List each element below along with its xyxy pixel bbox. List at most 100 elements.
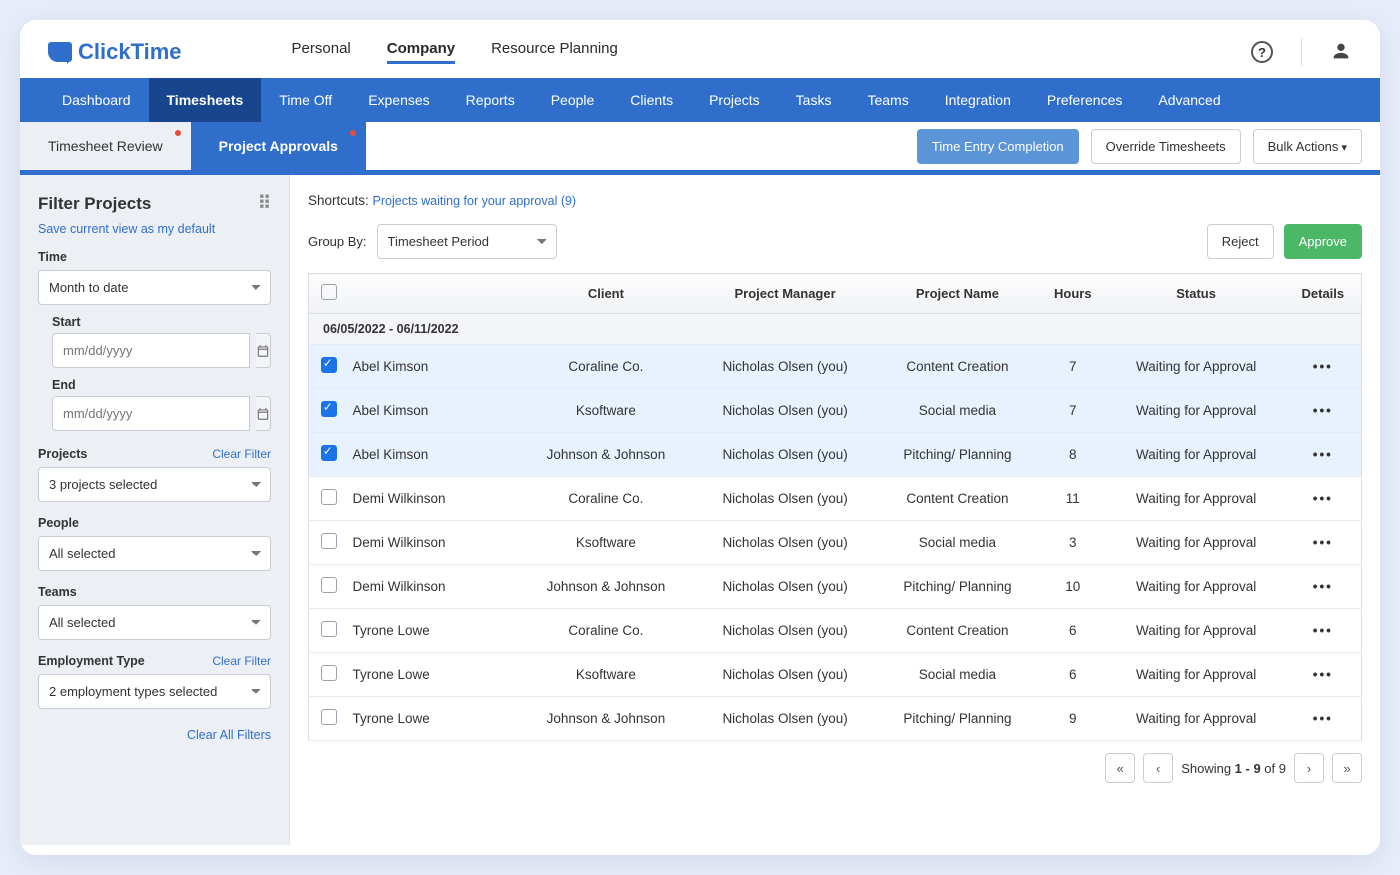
group-header: 06/05/2022 - 06/11/2022: [309, 314, 1362, 345]
nav-timesheets[interactable]: Timesheets: [149, 78, 262, 122]
table-row[interactable]: Tyrone LoweJohnson & JohnsonNicholas Ols…: [309, 697, 1362, 741]
teams-select[interactable]: All selected: [38, 605, 271, 640]
brand-logo[interactable]: ClickTime: [48, 39, 182, 65]
row-checkbox[interactable]: [321, 577, 337, 593]
row-details-icon[interactable]: •••: [1313, 403, 1333, 418]
page-first-button[interactable]: «: [1105, 753, 1135, 783]
page-last-button[interactable]: »: [1332, 753, 1362, 783]
bulk-actions-button[interactable]: Bulk Actions: [1253, 129, 1362, 164]
row-checkbox[interactable]: [321, 357, 337, 373]
row-details-icon[interactable]: •••: [1313, 535, 1333, 550]
nav-reports[interactable]: Reports: [448, 78, 533, 122]
top-nav-personal[interactable]: Personal: [292, 40, 351, 64]
group-by-label: Group By:: [308, 234, 367, 249]
start-date-input[interactable]: [52, 333, 250, 368]
table-row[interactable]: Demi WilkinsonCoraline Co.Nicholas Olsen…: [309, 477, 1362, 521]
nav-people[interactable]: People: [533, 78, 613, 122]
nav-integration[interactable]: Integration: [927, 78, 1029, 122]
nav-time-off[interactable]: Time Off: [261, 78, 350, 122]
cell-status: Waiting for Approval: [1108, 345, 1285, 389]
table-row[interactable]: Abel KimsonCoraline Co.Nicholas Olsen (y…: [309, 345, 1362, 389]
cell-client: Coraline Co.: [519, 609, 694, 653]
override-timesheets-button[interactable]: Override Timesheets: [1091, 129, 1241, 164]
tab-project-approvals[interactable]: Project Approvals: [191, 122, 366, 170]
user-menu-icon[interactable]: [1330, 40, 1352, 65]
people-select[interactable]: All selected: [38, 536, 271, 571]
table-row[interactable]: Tyrone LoweCoraline Co.Nicholas Olsen (y…: [309, 609, 1362, 653]
cell-name: Abel Kimson: [349, 345, 519, 389]
clear-employment-filter-link[interactable]: Clear Filter: [212, 654, 271, 668]
row-details-icon[interactable]: •••: [1313, 667, 1333, 682]
cell-hours: 9: [1038, 697, 1108, 741]
save-default-view-link[interactable]: Save current view as my default: [38, 222, 271, 236]
cell-pm: Nicholas Olsen (you): [693, 433, 877, 477]
nav-teams[interactable]: Teams: [849, 78, 926, 122]
cell-name: Tyrone Lowe: [349, 609, 519, 653]
row-checkbox[interactable]: [321, 401, 337, 417]
cell-project: Pitching/ Planning: [877, 565, 1038, 609]
help-icon[interactable]: ?: [1251, 41, 1273, 63]
nav-preferences[interactable]: Preferences: [1029, 78, 1140, 122]
time-entry-completion-button[interactable]: Time Entry Completion: [917, 129, 1079, 164]
clear-all-filters-link[interactable]: Clear All Filters: [187, 728, 271, 742]
employment-type-select[interactable]: 2 employment types selected: [38, 674, 271, 709]
top-nav-resource-planning[interactable]: Resource Planning: [491, 40, 618, 64]
cell-pm: Nicholas Olsen (you): [693, 697, 877, 741]
row-details-icon[interactable]: •••: [1313, 491, 1333, 506]
reject-button[interactable]: Reject: [1207, 224, 1274, 259]
cell-pm: Nicholas Olsen (you): [693, 521, 877, 565]
cell-status: Waiting for Approval: [1108, 609, 1285, 653]
cell-name: Tyrone Lowe: [349, 653, 519, 697]
time-range-select[interactable]: Month to date: [38, 270, 271, 305]
row-checkbox[interactable]: [321, 621, 337, 637]
select-all-checkbox[interactable]: [321, 284, 337, 300]
row-checkbox[interactable]: [321, 445, 337, 461]
nav-projects[interactable]: Projects: [691, 78, 778, 122]
row-checkbox[interactable]: [321, 533, 337, 549]
row-details-icon[interactable]: •••: [1313, 579, 1333, 594]
calendar-icon[interactable]: [256, 333, 271, 368]
nav-dashboard[interactable]: Dashboard: [44, 78, 149, 122]
row-details-icon[interactable]: •••: [1313, 623, 1333, 638]
shortcuts-prefix: Shortcuts:: [308, 193, 373, 208]
row-checkbox[interactable]: [321, 709, 337, 725]
cell-name: Demi Wilkinson: [349, 477, 519, 521]
nav-expenses[interactable]: Expenses: [350, 78, 447, 122]
filter-sidebar: Filter Projects ⠿ Save current view as m…: [20, 175, 290, 845]
nav-tasks[interactable]: Tasks: [778, 78, 850, 122]
row-details-icon[interactable]: •••: [1313, 359, 1333, 374]
cell-hours: 6: [1038, 609, 1108, 653]
cell-project: Social media: [877, 521, 1038, 565]
top-nav-company[interactable]: Company: [387, 40, 455, 64]
row-checkbox[interactable]: [321, 489, 337, 505]
cell-status: Waiting for Approval: [1108, 565, 1285, 609]
nav-clients[interactable]: Clients: [612, 78, 691, 122]
table-row[interactable]: Tyrone LoweKsoftwareNicholas Olsen (you)…: [309, 653, 1362, 697]
cell-hours: 6: [1038, 653, 1108, 697]
projects-select[interactable]: 3 projects selected: [38, 467, 271, 502]
row-details-icon[interactable]: •••: [1313, 447, 1333, 462]
table-row[interactable]: Demi WilkinsonKsoftwareNicholas Olsen (y…: [309, 521, 1362, 565]
page-next-button[interactable]: ›: [1294, 753, 1324, 783]
collapse-filters-icon[interactable]: ⠿: [258, 193, 271, 214]
tab-timesheet-review[interactable]: Timesheet Review: [20, 122, 191, 170]
table-row[interactable]: Demi WilkinsonJohnson & JohnsonNicholas …: [309, 565, 1362, 609]
page-prev-button[interactable]: ‹: [1143, 753, 1173, 783]
row-details-icon[interactable]: •••: [1313, 711, 1333, 726]
end-date-input[interactable]: [52, 396, 250, 431]
group-by-select[interactable]: Timesheet Period: [377, 224, 557, 259]
table-row[interactable]: Abel KimsonJohnson & JohnsonNicholas Ols…: [309, 433, 1362, 477]
table-row[interactable]: Abel KimsonKsoftwareNicholas Olsen (you)…: [309, 389, 1362, 433]
nav-advanced[interactable]: Advanced: [1140, 78, 1238, 122]
cell-pm: Nicholas Olsen (you): [693, 565, 877, 609]
cell-name: Tyrone Lowe: [349, 697, 519, 741]
cell-status: Waiting for Approval: [1108, 653, 1285, 697]
cell-name: Abel Kimson: [349, 389, 519, 433]
time-label: Time: [38, 250, 67, 264]
clear-projects-filter-link[interactable]: Clear Filter: [212, 447, 271, 461]
people-label: People: [38, 516, 79, 530]
approve-button[interactable]: Approve: [1284, 224, 1362, 259]
calendar-icon[interactable]: [256, 396, 271, 431]
row-checkbox[interactable]: [321, 665, 337, 681]
shortcut-awaiting-approval-link[interactable]: Projects waiting for your approval (9): [373, 194, 577, 208]
